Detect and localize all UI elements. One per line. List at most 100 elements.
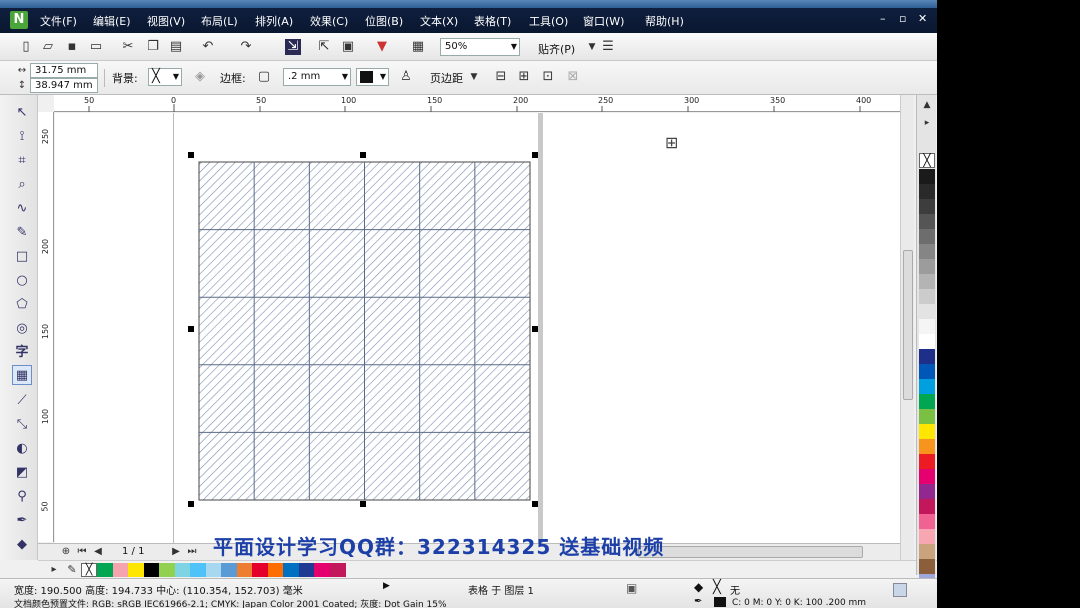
- palette-color-swatch[interactable]: [919, 409, 935, 424]
- snap-dropdown-icon[interactable]: ▼: [584, 39, 600, 55]
- selection-handle[interactable]: [188, 326, 194, 332]
- menu-edit[interactable]: 编辑(E): [93, 13, 131, 29]
- add-page-icon[interactable]: ⊕: [58, 544, 74, 560]
- horizontal-ruler[interactable]: 50 0 50 100 150 200 250 300 350 400: [54, 95, 912, 112]
- outline-tool-icon[interactable]: ✒: [12, 511, 32, 531]
- rectangle-tool-icon[interactable]: □: [12, 247, 32, 267]
- fill-tool-icon[interactable]: ◆: [12, 535, 32, 555]
- margin-dropdown-icon[interactable]: ▼: [466, 69, 482, 85]
- document-color-swatch[interactable]: [97, 563, 113, 577]
- table-tool-icon[interactable]: ▦: [12, 365, 32, 385]
- first-page-icon[interactable]: ⏮: [74, 544, 90, 560]
- palette-scroll-up-icon[interactable]: ▲: [919, 97, 935, 113]
- outline-pen-icon[interactable]: ♙: [398, 69, 414, 85]
- palette-color-swatch[interactable]: [919, 319, 935, 334]
- object-width-field[interactable]: 31.75 mm: [30, 63, 98, 78]
- undo-icon[interactable]: ↶: [200, 39, 216, 55]
- new-document-icon[interactable]: ▯: [18, 39, 34, 55]
- selection-handle[interactable]: [360, 152, 366, 158]
- save-icon[interactable]: ▪: [64, 39, 80, 55]
- split-vertical-icon[interactable]: ⊡: [540, 69, 556, 85]
- vertical-ruler[interactable]: 250 200 150 100 50: [38, 112, 54, 542]
- menu-file[interactable]: 文件(F): [40, 13, 77, 29]
- cut-icon[interactable]: ✂: [120, 39, 136, 55]
- selection-handle[interactable]: [188, 501, 194, 507]
- split-horizontal-icon[interactable]: ⊞: [516, 69, 532, 85]
- merge-cells-icon[interactable]: ⊟: [493, 69, 509, 85]
- background-color-picker[interactable]: ╳ ▼: [148, 68, 182, 86]
- drawing-canvas[interactable]: ⊞: [55, 113, 900, 543]
- selection-handle[interactable]: [532, 326, 538, 332]
- vertical-scrollbar[interactable]: [900, 95, 914, 560]
- redo-icon[interactable]: ↷: [238, 39, 254, 55]
- document-color-swatch[interactable]: [314, 563, 330, 577]
- document-color-swatch[interactable]: [159, 563, 175, 577]
- import-icon[interactable]: ⇲: [285, 39, 301, 55]
- color-profile-info[interactable]: 文档颜色预置文件: RGB: sRGB IEC61966-2.1; CMYK: …: [14, 597, 447, 608]
- copy-icon[interactable]: ❐: [145, 39, 161, 55]
- menu-text[interactable]: 文本(X): [420, 13, 458, 29]
- palette-color-swatch[interactable]: [919, 544, 935, 559]
- selection-handle[interactable]: [532, 501, 538, 507]
- palette-color-swatch[interactable]: [919, 214, 935, 229]
- smart-fill-icon[interactable]: ✎: [12, 223, 32, 243]
- palette-color-swatch[interactable]: [919, 289, 935, 304]
- object-height-field[interactable]: 38.947 mm: [30, 78, 98, 93]
- paste-icon[interactable]: ▤: [168, 39, 184, 55]
- connector-tool-icon[interactable]: ⤡: [12, 415, 32, 435]
- selection-handle[interactable]: [532, 152, 538, 158]
- user-icon[interactable]: [893, 583, 907, 597]
- document-color-swatch[interactable]: [143, 563, 160, 577]
- dimension-tool-icon[interactable]: ⟋: [12, 391, 32, 411]
- document-color-swatch[interactable]: [128, 563, 144, 577]
- palette-color-swatch[interactable]: [919, 229, 935, 244]
- options-icon[interactable]: ☰: [600, 39, 616, 55]
- last-page-icon[interactable]: ⏭: [184, 544, 200, 560]
- restore-icon[interactable]: ▫: [899, 12, 906, 25]
- palette-color-swatch[interactable]: [919, 304, 935, 319]
- palette-color-swatch[interactable]: [919, 484, 935, 499]
- text-tool-icon[interactable]: 字: [12, 343, 32, 363]
- edit-fill-icon[interactable]: ◈: [192, 69, 208, 85]
- menu-help[interactable]: 帮助(H): [645, 13, 684, 29]
- document-color-swatch[interactable]: [205, 563, 222, 577]
- transparency-tool-icon[interactable]: ◩: [12, 463, 32, 483]
- menu-layout[interactable]: 布局(L): [201, 13, 238, 29]
- document-color-swatch[interactable]: [252, 563, 268, 577]
- crop-tool-icon[interactable]: ⌗: [12, 151, 32, 171]
- document-color-swatch[interactable]: [190, 563, 206, 577]
- vertical-scroll-thumb[interactable]: [903, 250, 913, 400]
- ellipse-tool-icon[interactable]: ○: [12, 271, 32, 291]
- document-color-swatch[interactable]: [112, 563, 129, 577]
- border-selector-icon[interactable]: ▢: [256, 69, 272, 85]
- no-fill-swatch[interactable]: ╳: [919, 153, 935, 168]
- no-color-swatch[interactable]: ╳: [81, 563, 97, 577]
- document-color-swatch[interactable]: [267, 563, 284, 577]
- palette-color-swatch[interactable]: [919, 454, 935, 469]
- application-launcher-icon[interactable]: ▼: [374, 39, 390, 55]
- page-margin-menu[interactable]: 页边距: [430, 70, 463, 86]
- selection-handle[interactable]: [360, 501, 366, 507]
- welcome-screen-icon[interactable]: ▦: [410, 39, 426, 55]
- palette-color-swatch[interactable]: [919, 529, 935, 544]
- menu-bitmap[interactable]: 位图(B): [365, 13, 403, 29]
- horizontal-scroll-thumb[interactable]: [638, 546, 863, 558]
- pick-tool-icon[interactable]: ↖: [12, 103, 32, 123]
- palette-color-swatch[interactable]: [919, 394, 935, 409]
- polygon-tool-icon[interactable]: ⬠: [12, 295, 32, 315]
- document-color-swatch[interactable]: [298, 563, 315, 577]
- basic-shapes-icon[interactable]: ◎: [12, 319, 32, 339]
- freehand-tool-icon[interactable]: ∿: [12, 199, 32, 219]
- document-color-swatch[interactable]: [329, 563, 346, 577]
- palette-color-swatch[interactable]: [919, 199, 935, 214]
- status-expand-icon[interactable]: ▶: [383, 581, 390, 591]
- document-color-swatch[interactable]: [236, 563, 253, 577]
- document-color-swatch[interactable]: [221, 563, 237, 577]
- next-page-icon[interactable]: ▶: [168, 544, 184, 560]
- eyedropper-tool-icon[interactable]: ⚲: [12, 487, 32, 507]
- palette-color-swatch[interactable]: [919, 424, 935, 439]
- prev-page-icon[interactable]: ◀: [90, 544, 106, 560]
- blend-tool-icon[interactable]: ◐: [12, 439, 32, 459]
- palette-color-swatch[interactable]: [919, 169, 935, 184]
- border-color-picker[interactable]: ▼: [356, 68, 389, 86]
